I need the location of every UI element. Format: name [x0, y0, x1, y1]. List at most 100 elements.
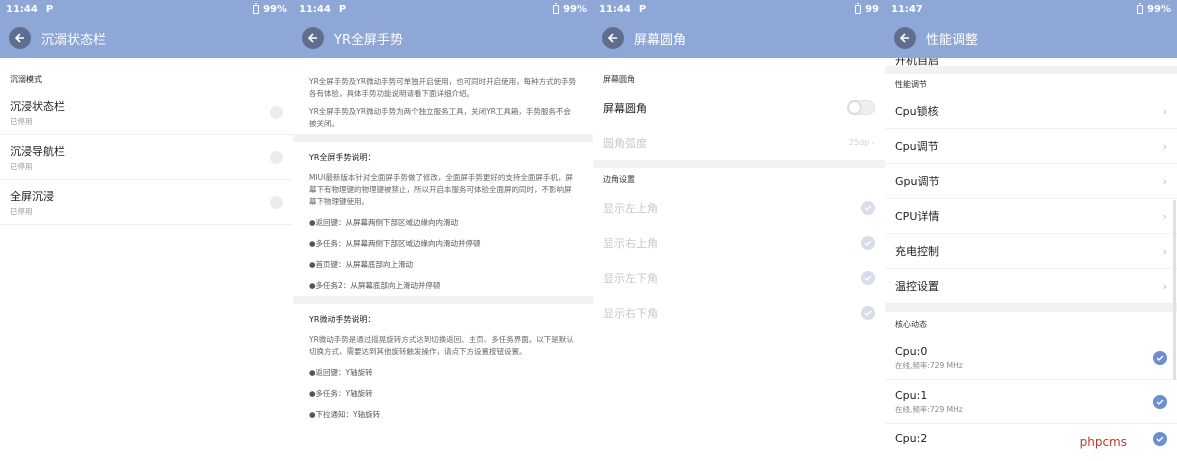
- battery-icon: [855, 2, 862, 14]
- divider: [885, 304, 1177, 312]
- row-title: 屏幕圆角: [603, 101, 647, 115]
- setting-row-immersive-statusbar[interactable]: 沉浸状态栏 已停用: [0, 90, 293, 135]
- row-subtitle: 在线,频率:729 MHz: [895, 360, 963, 370]
- setting-row-immersive-navbar[interactable]: 沉浸导航栏 已停用: [0, 135, 293, 180]
- title-bar: 性能调整: [885, 18, 1177, 58]
- core-row-2[interactable]: Cpu:2: [885, 424, 1177, 454]
- setting-row-fullscreen-immersive[interactable]: 全屏沉浸 已停用: [0, 180, 293, 225]
- row-title: Cpu调节: [895, 140, 939, 153]
- chevron-right-icon: ›: [1162, 104, 1167, 118]
- radio-toggle[interactable]: [270, 150, 283, 164]
- back-button[interactable]: [894, 27, 916, 49]
- perf-item-charge-control[interactable]: 充电控制 ›: [885, 234, 1177, 269]
- page-title: 屏幕圆角: [634, 32, 687, 48]
- row-title: 圆角弧度: [603, 136, 647, 150]
- battery-level: 99: [865, 3, 879, 15]
- back-button[interactable]: [302, 27, 324, 49]
- perf-item-thermal[interactable]: 温控设置 ›: [885, 269, 1177, 304]
- corner-row-bottom-left[interactable]: 显示左下角: [593, 260, 885, 295]
- back-button[interactable]: [9, 27, 31, 49]
- check-icon[interactable]: [1153, 350, 1167, 365]
- gesture-item: ●多任务：从屏幕两侧下部区域边缘向内滑动并停顿: [309, 239, 481, 248]
- radius-value-text: 25dp: [848, 138, 870, 147]
- intro-text-2: YR全屏手势及YR微动手势为两个独立服务工具，关闭YR工具箱，手势服务不会被关闭…: [309, 107, 571, 128]
- battery-icon: [553, 2, 560, 14]
- p-icon: P: [338, 3, 347, 15]
- gesture-item: ●首页键：从屏幕底部向上滑动: [309, 260, 414, 269]
- gesture-item: ●返回键：Y轴旋转: [309, 368, 373, 377]
- divider: [293, 134, 593, 142]
- row-subtitle: 已停用: [10, 161, 33, 171]
- p-icon: P: [45, 3, 54, 15]
- title-bar: 沉溺状态栏: [0, 18, 293, 58]
- status-time: 11:44: [599, 3, 631, 15]
- corner-radius-row[interactable]: 圆角弧度 25dp ›: [593, 125, 885, 160]
- title-bar: 屏幕圆角: [593, 18, 885, 58]
- page-title: 性能调整: [926, 32, 979, 48]
- core-row-0[interactable]: Cpu:0 在线,频率:729 MHz: [885, 336, 1177, 380]
- check-icon[interactable]: [861, 235, 875, 250]
- battery-icon: [253, 2, 260, 14]
- section-label: 沉溺模式: [10, 74, 42, 84]
- description-text: MIUI最新版本针对全面屏手势做了修改，全面屏手势更好的支持全面屏手机，屏幕下有…: [309, 173, 573, 206]
- check-icon[interactable]: [861, 270, 875, 285]
- corner-row-top-right[interactable]: 显示右上角: [593, 225, 885, 260]
- row-title: 显示右下角: [603, 306, 658, 320]
- divider: [293, 296, 593, 304]
- gesture-item: ●多任务2：从屏幕底部向上滑动并停顿: [309, 281, 441, 290]
- battery-level: 99%: [563, 3, 587, 15]
- section-label: 性能调节: [895, 79, 927, 89]
- battery-level: 99%: [1147, 3, 1171, 15]
- panel-performance: 11:47 99% 性能调整 开机自启 性能调节 Cpu锁核 › Cpu调节 › G…: [885, 0, 1177, 461]
- row-title: 温控设置: [895, 280, 939, 293]
- row-title: Cpu:0: [895, 344, 928, 358]
- status-time: 11:44: [299, 3, 331, 15]
- battery-level: 99%: [263, 3, 287, 15]
- scrollbar[interactable]: [1173, 200, 1176, 380]
- check-icon[interactable]: [861, 305, 875, 320]
- gesture-item: ●返回键：从屏幕两侧下部区域边缘向内滑动: [309, 218, 459, 227]
- perf-item-gpu-tune[interactable]: Gpu调节 ›: [885, 164, 1177, 199]
- row-title: 开机自启: [895, 58, 939, 66]
- chevron-right-icon: ›: [1162, 279, 1167, 293]
- divider: [885, 66, 1177, 74]
- back-arrow-icon: [14, 33, 24, 43]
- row-title: CPU详情: [895, 210, 940, 223]
- row-title: 显示左上角: [603, 201, 658, 215]
- description-text: YR微动手势是通过摇晃旋转方式达到切换返回、主页、多任务界面。以下是默认切换方式…: [309, 335, 574, 356]
- divider: [593, 160, 885, 168]
- page-title: 沉溺状态栏: [41, 32, 107, 48]
- status-bar: 11:44 P 99%: [0, 0, 293, 18]
- section-heading: YR微动手势说明：: [309, 314, 376, 324]
- row-title: Cpu:1: [895, 388, 928, 402]
- check-icon[interactable]: [861, 200, 875, 215]
- panel-screen-corners: 11:44 P 99 屏幕圆角 屏幕圆角 屏幕圆角 圆角弧度 25dp › 边角设…: [593, 0, 885, 461]
- row-title: 显示左下角: [603, 271, 658, 285]
- gesture-item: ●多任务：Y轴旋转: [309, 389, 373, 398]
- radio-toggle[interactable]: [270, 195, 283, 209]
- status-bar: 11:47 99%: [885, 0, 1177, 18]
- chevron-right-icon: ›: [1162, 244, 1167, 258]
- corner-toggle-row[interactable]: 屏幕圆角: [593, 90, 885, 125]
- status-time: 11:44: [6, 3, 38, 15]
- back-arrow-icon: [607, 33, 617, 43]
- radio-toggle[interactable]: [270, 105, 283, 119]
- perf-item-cpu-details[interactable]: CPU详情 ›: [885, 199, 1177, 234]
- title-bar: YR全屏手势: [293, 18, 593, 58]
- p-icon: P: [638, 3, 647, 15]
- check-icon[interactable]: [1153, 394, 1167, 409]
- row-title: 沉浸导航栏: [10, 144, 65, 158]
- core-row-1[interactable]: Cpu:1 在线,频率:729 MHz: [885, 380, 1177, 424]
- corner-row-top-left[interactable]: 显示左上角: [593, 190, 885, 225]
- check-icon[interactable]: [1153, 432, 1167, 446]
- back-button[interactable]: [602, 27, 624, 49]
- intro-text-1: YR全屏手势及YR微动手势可单独开启使用，也可同时开启使用，每种方式的手势各有体…: [309, 77, 577, 98]
- perf-item-cpu-lock[interactable]: Cpu锁核 ›: [885, 94, 1177, 129]
- row-subtitle: 已停用: [10, 206, 33, 216]
- corner-toggle-switch[interactable]: [847, 100, 875, 115]
- perf-item-cpu-tune[interactable]: Cpu调节 ›: [885, 129, 1177, 164]
- corner-row-bottom-right[interactable]: 显示右下角: [593, 295, 885, 330]
- chevron-right-icon: ›: [1162, 139, 1167, 153]
- panel-immersive-statusbar: 11:44 P 99% 沉溺状态栏 沉溺模式 沉浸状态栏 已停用 沉浸导航栏 已停用 …: [0, 0, 293, 461]
- partial-row: 开机自启: [885, 58, 1177, 66]
